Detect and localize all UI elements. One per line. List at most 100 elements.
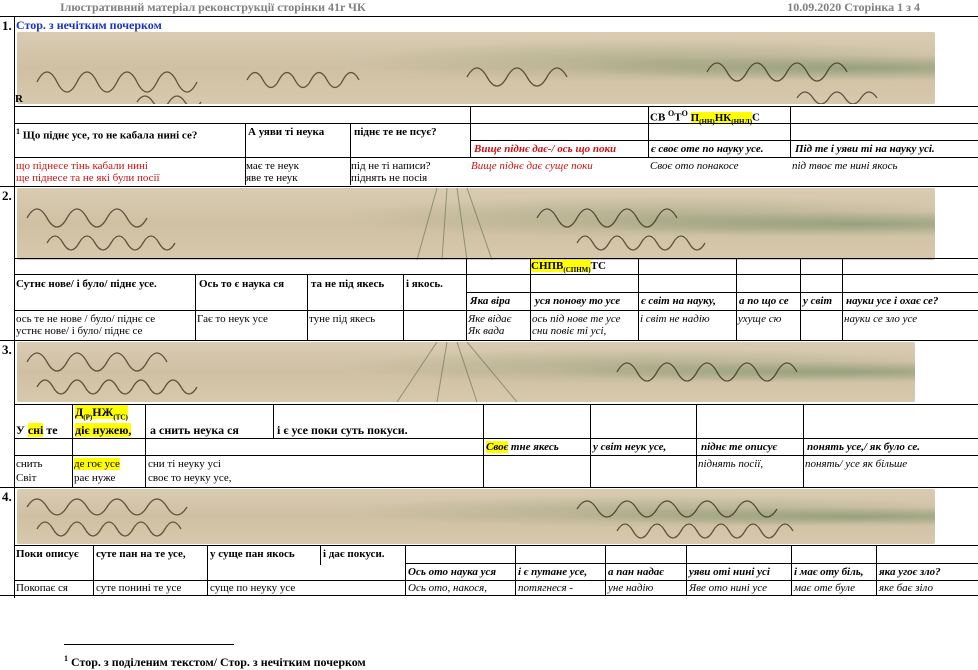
sec1-b2: ще піднесе та не які були посії [16, 172, 160, 184]
sec1-right-header: СВ ОТО П(НН)НК(ННЛ)С [650, 109, 760, 126]
sec3-t3: а снить неука ся [150, 423, 239, 437]
rule [14, 545, 978, 546]
sec3-r1: Своє тне якесь [486, 441, 559, 453]
sec3-t2: діє нужею, [75, 423, 132, 437]
vsep [686, 545, 687, 595]
section-title: Стор. з нечітким почерком [16, 18, 162, 32]
sec2-r1: Яка віра [470, 295, 511, 307]
sec2-b5: Яке відає [468, 313, 512, 325]
vsep [876, 545, 877, 595]
vsep [273, 404, 274, 438]
section-number-2: 2. [2, 188, 12, 203]
rule [14, 157, 978, 158]
sec2-b2: устнє нове/ і було/ піднє се [16, 325, 143, 337]
rule [470, 140, 978, 141]
sec4-r5: і має оту біль, [794, 566, 864, 578]
header-title: Ілюстративний матеріал реконструкції сто… [60, 0, 366, 14]
sec3-b8: понять/ усе як більше [805, 458, 908, 470]
vsep [207, 545, 208, 595]
page-header: Ілюстративний матеріал реконструкції сто… [0, 0, 978, 14]
vsep [93, 545, 94, 595]
sec4-b2: суте понині те усе [96, 582, 182, 594]
vsep [466, 258, 467, 340]
top-border [0, 16, 978, 17]
sec1-q1: 1 Що піднє усе, то не кабала нині се? [16, 126, 197, 142]
sec2-b4: туне під якесь [309, 313, 376, 325]
sec4-b9: яке бає зіло [879, 582, 933, 594]
vsep [638, 258, 639, 340]
manuscript-image-2 [17, 188, 935, 260]
rule [0, 595, 978, 596]
vsep [736, 258, 737, 340]
sec4-r1: Ось ото наука уся [408, 566, 497, 578]
vsep [590, 404, 591, 487]
sec2-b10: ухуще сю [738, 313, 782, 325]
rule [0, 186, 978, 187]
sec3-r2: у світ неук усе, [593, 441, 667, 453]
sec4-b1: Покопає ся [16, 582, 68, 594]
manuscript-image-1 [17, 32, 935, 104]
footnote-separator [64, 644, 234, 645]
sec1-r1: Вище піднє дає-/ ось що поки [474, 143, 617, 155]
sec3-header: Д(Р)НЖ(ТС) [75, 405, 128, 422]
marker-r: R [15, 93, 23, 105]
sec4-t2: суте пан на те усе, [96, 548, 186, 560]
sec4-b4: Ось ото, накося, [408, 582, 487, 594]
rule [466, 292, 978, 293]
sec3-r4: понять усе,/ як було се. [807, 441, 920, 453]
section-number-1: 1. [2, 18, 12, 33]
rule [0, 487, 978, 488]
sec3-b1: снить [16, 458, 43, 470]
rule [14, 438, 978, 439]
vsep [403, 274, 404, 340]
sec3-b2: Світ [16, 472, 37, 484]
vsep [842, 258, 843, 340]
t: Що піднє усе, то не кабала нині се? [22, 129, 198, 142]
vsep [195, 274, 196, 340]
sup: 1 [16, 127, 20, 136]
sec2-r5: у світ [803, 295, 833, 307]
sec4-b3: суще по неуку усе [210, 582, 296, 594]
sec1-b3: має те неук [246, 160, 300, 172]
vsep [530, 258, 531, 340]
vsep [791, 545, 792, 595]
sec3-b6: своє то неуку усе, [148, 472, 232, 484]
vsep [405, 545, 406, 595]
sec1-b6: піднять не посія [351, 172, 428, 184]
sec4-r2: і є путане усе, [518, 566, 588, 578]
sec1-b1: що піднесе тінь кабали нині [16, 160, 148, 172]
sec3-b3: де гоє усе [74, 458, 120, 470]
vsep [790, 106, 791, 157]
vsep [307, 274, 308, 340]
sec2-b8: сни повіє ті усі, [532, 325, 607, 337]
vsep [320, 545, 321, 565]
manuscript-image-4 [17, 489, 935, 544]
sec4-t3: у суще пан якось [210, 548, 295, 560]
sec4-t4: і дає покуси. [323, 548, 385, 560]
sec1-b5: під не ті написи? [351, 160, 431, 172]
rule [14, 580, 978, 581]
sec4-b6: уне надію [608, 582, 654, 594]
sec1-q2: А уяви ті неука [248, 126, 325, 138]
sec2-r3: є світ на науку, [641, 295, 716, 307]
sec4-r4: уяви оті нині усі [689, 566, 770, 578]
rule [14, 123, 978, 124]
vsep [515, 545, 516, 595]
vsep [648, 106, 649, 157]
rule [405, 563, 978, 564]
sec3-b4: рає нуже [74, 472, 116, 484]
rule [14, 404, 978, 405]
sec3-r3: піднє те описує [701, 441, 778, 453]
sec4-b5: потягнеся - [518, 582, 574, 594]
sec3-t4: і є усе поки суть покуси. [277, 423, 408, 437]
rule [14, 258, 978, 259]
sec3-b5: сни ті неуку усі [148, 458, 221, 470]
vsep [483, 404, 484, 487]
sec2-b11: науки се зло усе [844, 313, 918, 325]
sec2-t4: і якось. [406, 278, 443, 290]
sec2-b3: Гає то неук усе [197, 313, 268, 325]
vsep [803, 404, 804, 487]
rule [14, 106, 978, 107]
vsep [470, 106, 471, 157]
section-number-4: 4. [2, 489, 12, 504]
